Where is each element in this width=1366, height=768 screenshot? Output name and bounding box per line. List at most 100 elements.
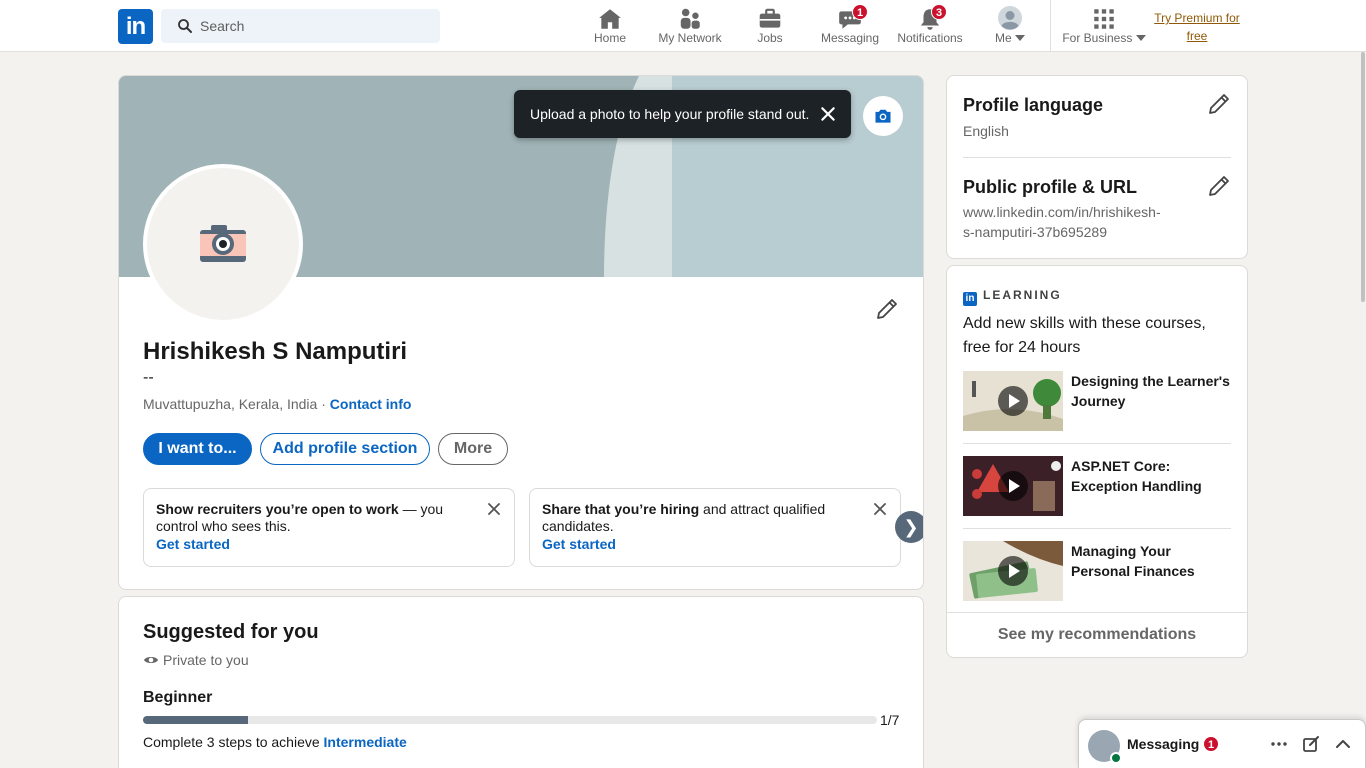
nav-divider	[1050, 0, 1051, 52]
try-premium-link[interactable]: Try Premium for free	[1148, 9, 1246, 45]
open-to-work-promo: Show recruiters you’re open to work — yo…	[143, 488, 515, 567]
hiring-promo: Share that you’re hiring and attract qua…	[529, 488, 901, 567]
progress-bar-fill	[143, 716, 248, 724]
edit-language-pencil-icon[interactable]	[1207, 92, 1231, 116]
more-button[interactable]: More	[438, 433, 508, 465]
edit-cover-button[interactable]	[863, 96, 903, 136]
edit-intro-pencil-icon[interactable]	[875, 297, 899, 321]
home-icon	[599, 9, 621, 29]
grid-icon	[1094, 9, 1114, 29]
close-icon[interactable]	[872, 501, 888, 517]
course-title: ASP.NET Core: Exception Handling	[1071, 458, 1202, 494]
messaging-overlay-label: Messaging	[1127, 736, 1200, 752]
chevron-up-icon[interactable]	[1333, 734, 1353, 754]
course-item[interactable]: ASP.NET Core: Exception Handling	[963, 456, 1231, 516]
contact-info-link[interactable]: Contact info	[330, 396, 412, 412]
profile-card: Upload a photo to help your profile stan…	[118, 75, 924, 590]
location-separator: ·	[317, 396, 330, 412]
messaging-overlay-badge: 1	[1203, 736, 1219, 752]
nav-messaging[interactable]: 1 Messaging	[818, 0, 882, 52]
global-nav: in Home My Network Jobs 1 Messaging 3 No…	[0, 0, 1366, 52]
nav-jobs[interactable]: Jobs	[743, 0, 797, 52]
divider	[963, 528, 1231, 529]
profile-language-title: Profile language	[963, 95, 1104, 115]
network-icon	[680, 8, 700, 29]
course-thumbnail	[963, 371, 1063, 431]
profile-language-value: English	[963, 123, 1009, 139]
edit-url-pencil-icon[interactable]	[1207, 174, 1231, 198]
nav-home-label: Home	[593, 31, 626, 45]
search-input[interactable]	[200, 9, 430, 43]
get-started-link[interactable]: Get started	[156, 536, 474, 553]
search-box[interactable]	[161, 9, 440, 43]
profile-photo-placeholder[interactable]	[143, 164, 303, 324]
scrollbar-thumb[interactable]	[1361, 52, 1365, 302]
messaging-badge: 1	[852, 4, 868, 20]
see-recommendations-button[interactable]: See my recommendations	[947, 612, 1247, 657]
more-options-icon[interactable]	[1269, 734, 1289, 754]
intermediate-link[interactable]: Intermediate	[324, 734, 407, 750]
play-icon	[998, 471, 1028, 501]
camera-icon	[200, 225, 246, 262]
suggested-title: Suggested for you	[143, 621, 319, 643]
private-to-you: Private to you	[143, 652, 249, 668]
learning-intro: Add new skills with these courses, free …	[963, 315, 1206, 356]
nav-home[interactable]: Home	[583, 0, 637, 52]
notifications-badge: 3	[931, 4, 947, 20]
search-icon	[178, 19, 192, 33]
course-item[interactable]: Designing the Learner's Journey	[963, 371, 1231, 431]
avatar	[1088, 730, 1122, 764]
chevron-down-icon	[1135, 35, 1146, 41]
nav-for-business-label: For Business	[1058, 31, 1150, 45]
nav-me[interactable]: Me	[987, 0, 1033, 52]
nav-my-network[interactable]: My Network	[652, 0, 728, 52]
promo-bold-text: Show recruiters you’re open to work	[156, 501, 399, 517]
course-thumbnail	[963, 541, 1063, 601]
suggested-card: Suggested for you Private to you Beginne…	[118, 596, 924, 768]
toast-text: Upload a photo to help your profile stan…	[530, 106, 810, 122]
i-want-to-button[interactable]: I want to...	[143, 433, 252, 465]
profile-name: Hrishikesh S Namputiri	[143, 338, 408, 365]
avatar	[998, 6, 1022, 30]
profile-headline: --	[143, 369, 154, 386]
compose-icon[interactable]	[1301, 734, 1321, 754]
course-title: Designing the Learner's Journey	[1071, 373, 1230, 409]
public-profile-title: Public profile & URL	[963, 177, 1138, 197]
close-icon[interactable]	[819, 105, 837, 123]
play-icon	[998, 386, 1028, 416]
linkedin-logo-icon[interactable]: in	[118, 9, 153, 44]
camera-icon	[875, 109, 891, 123]
course-thumbnail	[963, 456, 1063, 516]
learning-header: in LEARNING	[963, 288, 1062, 306]
linkedin-learning-icon: in	[963, 292, 977, 306]
course-item[interactable]: Managing Your Personal Finances	[963, 541, 1231, 601]
level-label: Beginner	[143, 689, 213, 706]
nav-my-network-label: My Network	[658, 31, 722, 45]
nav-notifications-label: Notifications	[897, 31, 963, 45]
chevron-down-icon	[1015, 35, 1025, 41]
close-icon[interactable]	[486, 501, 502, 517]
get-started-link[interactable]: Get started	[542, 536, 860, 553]
course-title: Managing Your Personal Finances	[1071, 543, 1195, 579]
nav-jobs-label: Jobs	[757, 31, 783, 45]
messaging-overlay[interactable]: Messaging 1	[1078, 719, 1366, 768]
progress-count: 1/7	[880, 712, 900, 728]
learning-card: in LEARNING Add new skills with these cou…	[946, 265, 1248, 658]
achieve-text: Complete 3 steps to achieve Intermediate	[143, 734, 407, 750]
profile-location: Muvattupuzha, Kerala, India · Contact in…	[143, 396, 411, 412]
public-profile-url: www.linkedin.com/in/hrishikesh- s-namput…	[963, 204, 1161, 240]
briefcase-icon	[759, 8, 781, 28]
nav-for-business[interactable]: For Business	[1058, 0, 1150, 52]
location-text: Muvattupuzha, Kerala, India	[143, 396, 318, 412]
divider	[963, 157, 1231, 158]
carousel-next-button[interactable]: ❯	[895, 511, 923, 543]
add-profile-section-button[interactable]: Add profile section	[260, 433, 430, 465]
page-scrollbar[interactable]	[1360, 52, 1366, 768]
promo-bold-text: Share that you’re hiring	[542, 501, 700, 517]
upload-photo-toast: Upload a photo to help your profile stan…	[514, 90, 851, 138]
nav-messaging-label: Messaging	[820, 31, 880, 45]
divider	[963, 443, 1231, 444]
eye-icon	[144, 657, 158, 663]
progress-bar	[143, 716, 877, 724]
nav-notifications[interactable]: 3 Notifications	[893, 0, 967, 52]
